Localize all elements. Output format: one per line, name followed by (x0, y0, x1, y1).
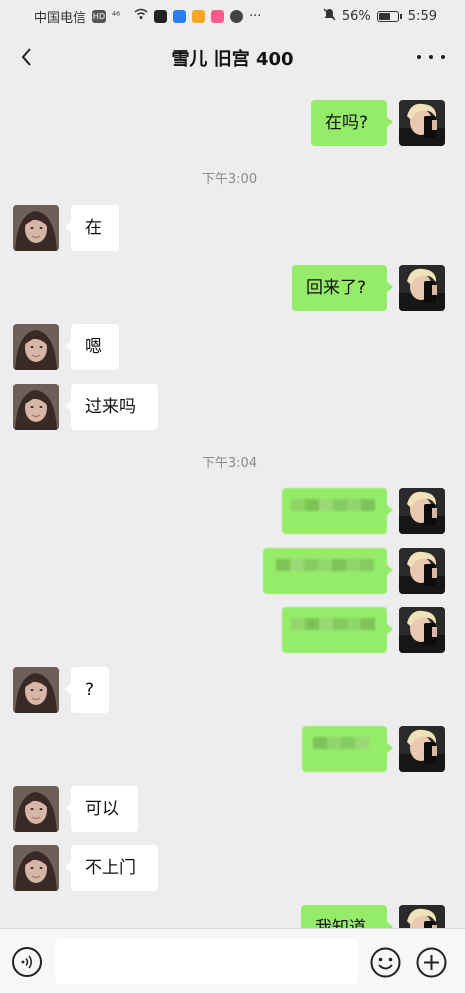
chat-title: 雪儿 旧宫 400 (171, 49, 294, 70)
cloud-app-icon (173, 9, 187, 23)
app-notification-icon (154, 9, 168, 23)
contact-message-bubble[interactable]: 嗯 (65, 324, 119, 370)
carrier-label: 中国电信 (34, 10, 87, 26)
more-button[interactable] (417, 44, 445, 70)
chat-header: 雪儿 旧宫 400 (0, 32, 465, 84)
my-message-bubble[interactable]: 在吗? (311, 100, 393, 146)
contact-avatar[interactable] (13, 324, 59, 370)
my-avatar[interactable] (399, 100, 445, 146)
contact-avatar[interactable] (13, 384, 59, 430)
input-bar (0, 928, 465, 993)
hd-icon: HD (92, 9, 107, 23)
battery-cap (399, 13, 402, 19)
vpn-app-icon (230, 9, 244, 23)
contact-avatar[interactable] (13, 845, 59, 891)
message-input[interactable] (55, 939, 358, 984)
my-avatar[interactable] (399, 488, 445, 534)
my-avatar[interactable] (399, 265, 445, 311)
contact-avatar[interactable] (13, 667, 59, 713)
timestamp: 下午3:00 (201, 172, 258, 187)
plus-circle-icon (416, 947, 447, 978)
emoji-button[interactable] (370, 947, 401, 978)
more-dot (429, 55, 433, 59)
more-dot (417, 55, 421, 59)
contact-avatar[interactable] (13, 786, 59, 832)
chevron-left-icon (21, 48, 31, 66)
camera-app-icon (211, 9, 225, 23)
smiley-icon (370, 947, 401, 978)
more-notifications-icon: ··· (249, 8, 262, 24)
more-dot (441, 55, 445, 59)
back-button[interactable] (14, 42, 44, 72)
my-avatar[interactable] (399, 607, 445, 653)
video-app-icon (192, 9, 206, 23)
voice-icon (21, 955, 32, 969)
voice-input-button[interactable] (12, 947, 42, 977)
battery-percent: 56% (341, 8, 371, 24)
contact-avatar[interactable] (13, 205, 59, 251)
contact-message-bubble[interactable]: 在 (65, 205, 119, 251)
blurred-mosaic (291, 618, 375, 642)
signal-icon: ⁴⁶ (112, 10, 121, 22)
my-avatar[interactable] (399, 548, 445, 594)
battery-icon (376, 10, 399, 22)
my-avatar[interactable] (399, 726, 445, 772)
wifi-icon (134, 8, 148, 24)
clock: 5:59 (407, 8, 437, 24)
contact-message-bubble[interactable]: 不上门 (65, 845, 158, 891)
contact-message-bubble[interactable]: 过来吗 (65, 384, 158, 430)
timestamp: 下午3:04 (201, 456, 258, 471)
contact-message-bubble[interactable]: ? (65, 667, 109, 713)
more-actions-button[interactable] (416, 947, 447, 978)
contact-message-bubble[interactable]: 可以 (65, 786, 138, 832)
mute-icon (323, 8, 336, 25)
blurred-mosaic (276, 559, 374, 583)
blurred-mosaic (313, 737, 369, 761)
blurred-mosaic (291, 499, 375, 523)
my-message-bubble[interactable]: 回来了? (292, 265, 393, 311)
status-bar: 中国电信 HD ⁴⁶ ··· 56% 5:59 (0, 0, 465, 32)
